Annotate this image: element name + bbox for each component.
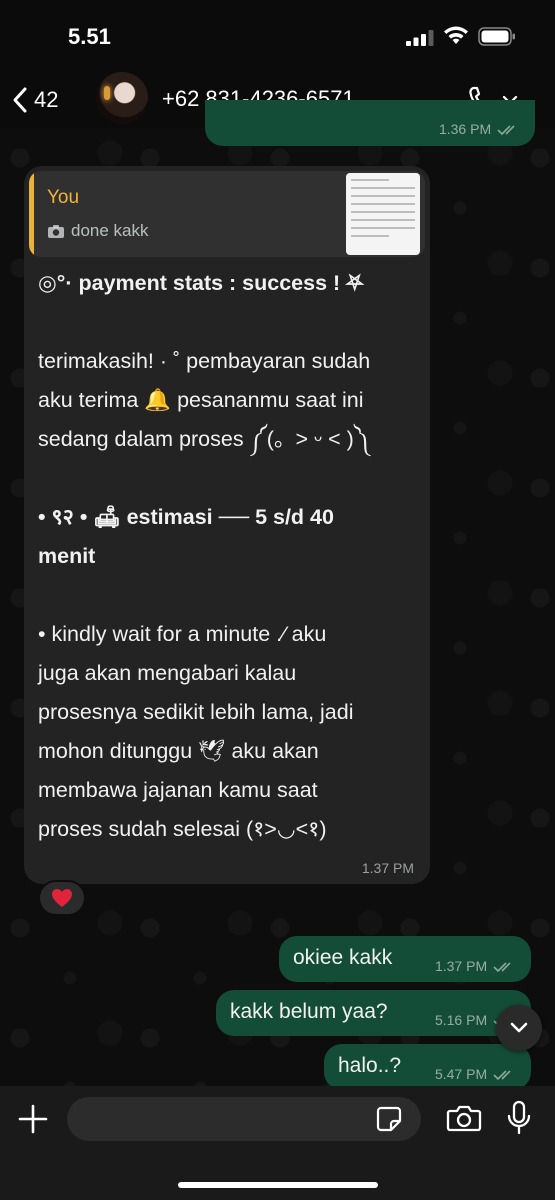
home-indicator [178,1182,378,1188]
message-composer [0,1086,555,1200]
quote-author: You [47,187,80,208]
cellular-signal-icon [406,30,434,46]
message-line: proses sudah selesai (१>◡<१) [38,817,327,841]
sticker-icon[interactable] [376,1106,402,1132]
outgoing-message[interactable]: okiee kakk 1.37 PM [279,936,531,982]
wifi-icon [444,26,468,44]
message-text: ◎°· payment stats : success ! ⛧ terimaka… [38,264,422,849]
message-line: aku terima 🔔 pesananmu saat ini [38,388,364,412]
message-text: halo..? [338,1054,402,1077]
attach-button[interactable] [14,1100,52,1138]
outgoing-message[interactable]: kakk belum yaa? 5.16 PM [216,990,531,1036]
back-button[interactable]: 42 [10,80,80,120]
message-line: sedang dalam proses ༼(。> ᵕ < )༽ [38,427,370,451]
receipt-thumbnail [346,173,420,255]
quoted-reply[interactable]: You done kakk [29,171,425,257]
message-input[interactable] [67,1097,421,1141]
message-line: juga akan mengabari kalau [38,661,297,685]
message-line: terimakasih! · ˚ pembayaran sudah [38,349,371,373]
status-time: 5.51 [68,24,111,49]
chevron-down-icon [510,1022,528,1033]
outgoing-message[interactable]: halo..? 5.47 PM [324,1044,531,1090]
message-line: ◎°· payment stats : success ! ⛧ [38,271,364,295]
plus-icon [18,1104,48,1134]
message-time: 5.47 PM [434,1066,488,1082]
read-ticks-icon [493,962,511,973]
message-line: • ९२ • 🛋 estimasi ── 5 s/d 40 [38,505,334,529]
message-meta: 1.36 PM [439,121,519,137]
message-time: 1.36 PM [438,121,492,137]
message-line: menit [38,544,96,568]
incoming-message[interactable]: You done kakk ◎°· payment stats : succes… [24,166,430,884]
quote-text: done kakk [71,221,149,240]
quote-text-row: done kakk [47,221,149,241]
message-line: membawa jajanan kamu saat [38,778,318,802]
message-text: okiee kakk [293,946,393,969]
camera-icon [48,224,64,238]
quote-accent-bar [29,171,34,257]
read-ticks-icon [493,1070,511,1081]
contact-avatar[interactable] [96,72,148,124]
message-time: 5.16 PM [434,1012,488,1028]
battery-icon [478,27,515,46]
status-bar: 5.51 [0,0,555,72]
unread-count: 42 [34,87,59,112]
previous-outgoing-message[interactable]: 1.36 PM [205,100,535,146]
heart-icon [52,889,72,907]
message-meta: 1.37 PM [435,958,515,974]
message-time: 1.37 PM [361,860,414,876]
message-time: 1.37 PM [434,958,488,974]
message-line: prosesnya sedikit lebih lama, jadi [38,700,354,724]
message-text: kakk belum yaa? [230,1000,388,1023]
heart-reaction[interactable] [38,880,86,916]
scroll-to-bottom-button[interactable] [496,1005,542,1051]
chevron-left-icon [13,87,27,113]
camera-icon[interactable] [446,1103,482,1133]
message-line: mohon ditunggu 🕊 aku akan [38,739,319,763]
message-line: • kindly wait for a minute .⁄ aku [38,622,327,646]
message-meta: 5.47 PM [435,1066,515,1082]
read-ticks-icon [497,125,515,136]
microphone-icon[interactable] [506,1100,532,1136]
